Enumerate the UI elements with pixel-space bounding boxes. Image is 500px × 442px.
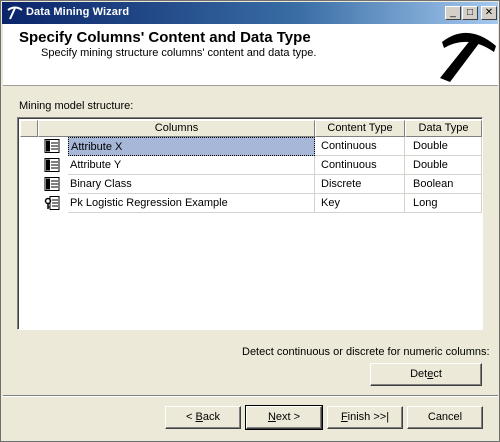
close-button[interactable]: ✕: [481, 6, 497, 20]
header-columns[interactable]: Columns: [38, 120, 315, 137]
table-row[interactable]: Attribute Y Continuous Double: [20, 156, 482, 175]
window-title: Data Mining Wizard: [26, 6, 130, 18]
row-data-type[interactable]: Boolean: [405, 175, 482, 194]
next-button[interactable]: Next >: [245, 405, 323, 430]
pickaxe-icon: [7, 6, 23, 20]
row-content-type[interactable]: Continuous: [315, 137, 405, 156]
row-content-type[interactable]: Discrete: [315, 175, 405, 194]
row-name[interactable]: Attribute Y: [68, 156, 315, 175]
detect-button[interactable]: Detect: [370, 363, 482, 386]
table-row[interactable]: Attribute X Continuous Double: [20, 137, 482, 156]
row-data-type[interactable]: Double: [405, 156, 482, 175]
maximize-button[interactable]: □: [462, 6, 478, 20]
row-data-type[interactable]: Double: [405, 137, 482, 156]
row-name[interactable]: Attribute X: [68, 137, 315, 156]
grid-header: Columns Content Type Data Type: [20, 120, 482, 137]
cancel-button[interactable]: Cancel: [407, 406, 483, 429]
key-column-icon: [44, 196, 60, 210]
column-icon: [44, 158, 60, 172]
finish-button[interactable]: Finish >>|: [327, 406, 403, 429]
header-data-type[interactable]: Data Type: [405, 120, 482, 137]
table-row[interactable]: Binary Class Discrete Boolean: [20, 175, 482, 194]
columns-grid[interactable]: Columns Content Type Data Type Attribute…: [17, 117, 483, 330]
row-content-type[interactable]: Key: [315, 194, 405, 213]
wizard-header: Specify Columns' Content and Data Type S…: [3, 24, 498, 86]
wizard-window: Data Mining Wizard _ □ ✕ Specify Columns…: [0, 0, 500, 442]
row-name[interactable]: Binary Class: [68, 175, 315, 194]
page-subtitle: Specify mining structure columns' conten…: [41, 47, 317, 59]
table-row[interactable]: Pk Logistic Regression Example Key Long: [20, 194, 482, 213]
row-content-type[interactable]: Continuous: [315, 156, 405, 175]
footer-separator: [3, 395, 498, 397]
back-button[interactable]: < Back: [165, 406, 241, 429]
detect-label: Detect continuous or discrete for numeri…: [242, 346, 490, 358]
row-data-type[interactable]: Long: [405, 194, 482, 213]
column-icon: [44, 139, 60, 153]
page-title: Specify Columns' Content and Data Type: [19, 29, 311, 46]
header-content-type[interactable]: Content Type: [315, 120, 405, 137]
row-name[interactable]: Pk Logistic Regression Example: [68, 194, 315, 213]
structure-label: Mining model structure:: [19, 100, 134, 112]
header-blank: [20, 120, 38, 137]
column-icon: [44, 177, 60, 191]
title-bar[interactable]: Data Mining Wizard _ □ ✕: [2, 2, 498, 24]
minimize-button[interactable]: _: [445, 6, 461, 20]
pickaxe-logo-icon: [440, 32, 496, 82]
